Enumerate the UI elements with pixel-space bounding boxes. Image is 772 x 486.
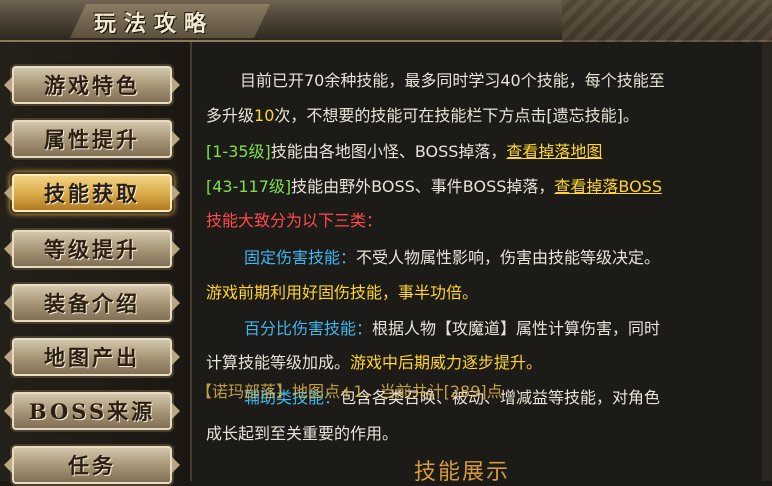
window-title: 玩法攻略	[94, 11, 215, 37]
percent-damage-line: 百分比伤害技能：根据人物【攻魔道】属性计算伤害，同时	[206, 318, 746, 339]
left-ornament-icon	[4, 349, 12, 365]
percent-damage-tip: 游戏中后期威力逐步提升。	[350, 353, 543, 372]
right-ornament-icon	[172, 131, 180, 147]
sidebar-item-label: 技能获取	[44, 181, 140, 206]
guide-window: 玩法攻略 游戏特色 属性提升 技能获取 等级提升 装备介绍 地图产出 BOSS来…	[0, 0, 772, 486]
categories-heading: 技能大致分为以下三类：	[206, 211, 383, 230]
percent-damage-text-1: 根据人物【攻魔道】属性计算伤害，同时	[372, 319, 661, 338]
intro-text-2a: 多升级	[206, 106, 255, 125]
fixed-damage-line: 固定伤害技能：不受人物属性影响，伤害由技能等级决定。	[206, 247, 746, 268]
left-ornament-icon	[4, 241, 12, 257]
right-ornament-icon	[172, 77, 180, 93]
level-range-1: [1-35级]	[206, 142, 271, 161]
intro-line-2: 多升级10次，不想要的技能可在技能栏下方点击[遗忘技能]。	[206, 105, 746, 126]
percent-damage-label: 百分比伤害技能：	[244, 319, 373, 338]
sidebar-item-attributes[interactable]: 属性提升	[4, 118, 180, 160]
fixed-damage-tip: 游戏前期利用好固伤技能，事半功倍。	[206, 283, 479, 302]
intro-text-2b: 次，不想要的技能可在技能栏下方点击[遗忘技能]。	[274, 106, 639, 125]
left-ornament-icon	[4, 457, 12, 473]
map-point-notification: 【诺玛部落】地图点+1，当前共计[289]点	[196, 382, 503, 401]
percent-damage-line-2: 计算技能等级加成。游戏中后期威力逐步提升。	[206, 352, 746, 373]
left-ornament-icon	[4, 131, 12, 147]
sidebar-item-skills[interactable]: 技能获取	[4, 172, 180, 214]
fixed-damage-text: 不受人物属性影响，伤害由技能等级决定。	[356, 248, 661, 267]
left-ornament-icon	[4, 403, 12, 419]
range-2-text: 技能由野外BOSS、事件BOSS掉落，	[291, 177, 555, 196]
intro-line-1: 目前已开70余种技能，最多同时学习40个技能，每个技能至	[206, 70, 746, 91]
level-range-2: [43-117级]	[206, 177, 292, 196]
right-ornament-icon	[172, 403, 180, 419]
right-ornament-icon	[172, 295, 180, 311]
sidebar-item-equipment[interactable]: 装备介绍	[4, 282, 180, 324]
range-1-line: [1-35级]技能由各地图小怪、BOSS掉落，查看掉落地图	[206, 141, 746, 162]
max-level-number: 10	[254, 106, 275, 125]
skill-showcase-title: 技能展示	[414, 460, 511, 485]
view-drop-boss-link[interactable]: 查看掉落BOSS	[554, 177, 662, 196]
sidebar-item-label: 地图产出	[44, 345, 140, 370]
sidebar-item-map-drops[interactable]: 地图产出	[4, 336, 180, 378]
corner-ornament	[562, 0, 772, 48]
right-ornament-icon	[172, 457, 180, 473]
sidebar-item-label: 装备介绍	[44, 291, 140, 316]
right-ornament-icon	[172, 241, 180, 257]
range-2-line: [43-117级]技能由野外BOSS、事件BOSS掉落，查看掉落BOSS	[206, 176, 746, 197]
content-panel: 目前已开70余种技能，最多同时学习40个技能，每个技能至 多升级10次，不想要的…	[190, 42, 764, 481]
left-ornament-icon	[4, 185, 12, 201]
intro-text-1: 目前已开70余种技能，最多同时学习40个技能，每个技能至	[240, 71, 665, 90]
sidebar-item-quests[interactable]: 任务	[4, 444, 180, 486]
sidebar-item-label: 属性提升	[44, 127, 140, 152]
left-ornament-icon	[4, 295, 12, 311]
left-ornament-icon	[4, 77, 12, 93]
sidebar-item-boss-sources[interactable]: BOSS来源	[4, 390, 180, 432]
sidebar-item-label: 等级提升	[44, 237, 140, 262]
right-ornament-icon	[172, 185, 180, 201]
title-bar: 玩法攻略	[0, 0, 772, 48]
sidebar: 游戏特色 属性提升 技能获取 等级提升 装备介绍 地图产出 BOSS来源 任务	[0, 42, 190, 486]
percent-damage-text-2: 计算技能等级加成。	[206, 353, 351, 372]
sidebar-item-label: BOSS来源	[28, 399, 156, 424]
fixed-damage-label: 固定伤害技能：	[244, 248, 357, 267]
content-scrollbar[interactable]	[762, 42, 772, 481]
sidebar-item-label: 游戏特色	[44, 73, 140, 98]
aux-skill-line-2: 成长起到至关重要的作用。	[206, 424, 399, 443]
range-1-text: 技能由各地图小怪、BOSS掉落，	[270, 142, 507, 161]
sidebar-item-leveling[interactable]: 等级提升	[4, 228, 180, 270]
view-drop-maps-link[interactable]: 查看掉落地图	[506, 142, 602, 161]
right-ornament-icon	[172, 349, 180, 365]
sidebar-item-features[interactable]: 游戏特色	[4, 64, 180, 106]
sidebar-item-label: 任务	[68, 453, 116, 478]
